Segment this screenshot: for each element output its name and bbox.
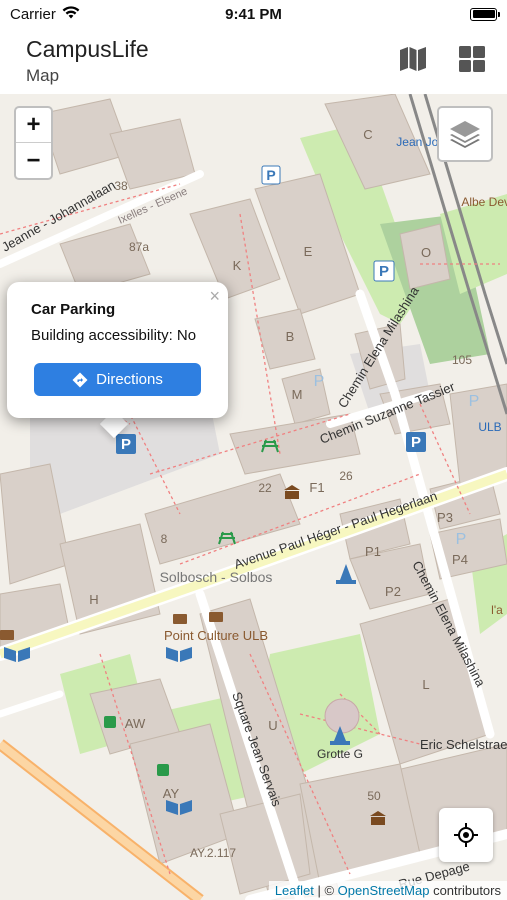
leaflet-link[interactable]: Leaflet bbox=[275, 883, 314, 898]
crosshair-icon bbox=[454, 823, 478, 847]
street-label: Jeanne - Johannalaan bbox=[0, 177, 118, 254]
directions-button[interactable]: Directions bbox=[34, 363, 201, 396]
street-label: AY.2.117 bbox=[190, 846, 236, 860]
osm-link[interactable]: OpenStreetMap bbox=[338, 883, 430, 898]
place-label: Solbosch - Solbos bbox=[160, 569, 273, 585]
attribution-tail: contributors bbox=[429, 883, 501, 898]
svg-text:P: P bbox=[266, 167, 275, 183]
building-label: P4 bbox=[452, 552, 468, 567]
directions-label: Directions bbox=[96, 371, 163, 388]
place-label: Grotte G bbox=[317, 747, 363, 761]
directions-icon bbox=[72, 372, 88, 387]
svg-text:P: P bbox=[411, 434, 421, 451]
svg-text:P: P bbox=[121, 436, 131, 453]
zoom-in-button[interactable]: + bbox=[16, 108, 51, 143]
popup-close-button[interactable]: × bbox=[209, 286, 220, 307]
layers-icon bbox=[450, 121, 480, 148]
building-label: O bbox=[421, 245, 431, 260]
map-view[interactable]: K E B M O C P1 P2 P3 P4 F1 H AW AY U L 3… bbox=[0, 94, 507, 900]
zoom-out-button[interactable]: − bbox=[16, 143, 51, 178]
building-label: P1 bbox=[365, 544, 381, 559]
monument-icon bbox=[330, 564, 356, 745]
parking-icon: P bbox=[314, 373, 325, 390]
place-label: Albe Devez bbox=[461, 195, 507, 209]
app-header: CampusLife Map bbox=[0, 28, 507, 94]
svg-text:P: P bbox=[379, 263, 389, 280]
parking-icon: P bbox=[456, 531, 467, 548]
parking-icon: P bbox=[373, 260, 395, 282]
map-icon bbox=[400, 47, 426, 71]
parking-icon: P bbox=[116, 434, 136, 454]
zoom-control: + − bbox=[14, 106, 53, 180]
locate-me-button[interactable] bbox=[439, 808, 493, 862]
street-label: Square Jean Servais bbox=[229, 690, 285, 809]
status-bar: Carrier 9:41 PM bbox=[0, 0, 507, 28]
building-label: M bbox=[292, 387, 303, 402]
building-label: P2 bbox=[385, 584, 401, 599]
grid-icon bbox=[459, 46, 485, 72]
building-label: E bbox=[304, 244, 313, 259]
map-view-button[interactable] bbox=[398, 44, 428, 74]
map-attribution: Leaflet | © OpenStreetMap contributors bbox=[268, 881, 507, 900]
place-label: ULB bbox=[478, 420, 501, 434]
building-label: K bbox=[233, 258, 242, 273]
street-label: Chemin Suzanne Tassier bbox=[318, 379, 458, 447]
building-label: P3 bbox=[437, 510, 453, 525]
number-label: 22 bbox=[258, 481, 272, 495]
parking-icon: P bbox=[261, 165, 281, 185]
number-label: 105 bbox=[452, 353, 472, 367]
building-label: AY bbox=[163, 786, 180, 801]
status-time: 9:41 PM bbox=[225, 5, 282, 23]
parking-icon: P bbox=[469, 393, 480, 410]
building-label: C bbox=[363, 127, 372, 142]
map-labels: K E B M O C P1 P2 P3 P4 F1 H AW AY U L 3… bbox=[0, 127, 507, 892]
street-label: Avenue Paul Héger - Paul Hegerlaan bbox=[232, 488, 439, 572]
number-label: 87a bbox=[129, 240, 149, 254]
building-label: U bbox=[268, 718, 277, 733]
parking-icon: P bbox=[406, 432, 426, 452]
building-label: L bbox=[422, 677, 429, 692]
popup-accessibility: Building accessibility: No bbox=[31, 327, 197, 344]
battery-icon bbox=[470, 7, 500, 21]
location-popup: × Car Parking Building accessibility: No… bbox=[7, 282, 228, 418]
app-title: CampusLife bbox=[26, 36, 149, 62]
number-label: 8 bbox=[161, 532, 168, 546]
number-label: 26 bbox=[339, 469, 353, 483]
place-label: l'a bbox=[491, 603, 503, 617]
attribution-separator: | © bbox=[313, 883, 338, 898]
popup-title: Car Parking bbox=[31, 301, 116, 318]
building-label: F1 bbox=[309, 480, 324, 495]
street-label: Eric Schelstrae bbox=[420, 737, 507, 752]
building-label: H bbox=[89, 592, 98, 607]
place-label: Point Culture ULB bbox=[164, 628, 268, 643]
page-subtitle: Map bbox=[26, 66, 60, 85]
building-label: AW bbox=[125, 716, 146, 731]
street-label: Chemin Elena Milashina bbox=[335, 283, 422, 410]
grid-view-button[interactable] bbox=[457, 44, 487, 74]
layers-button[interactable] bbox=[437, 106, 493, 162]
building-label: B bbox=[286, 329, 295, 344]
number-label: 50 bbox=[367, 789, 381, 803]
street-label: Chemin Elena Milashina bbox=[409, 558, 488, 689]
